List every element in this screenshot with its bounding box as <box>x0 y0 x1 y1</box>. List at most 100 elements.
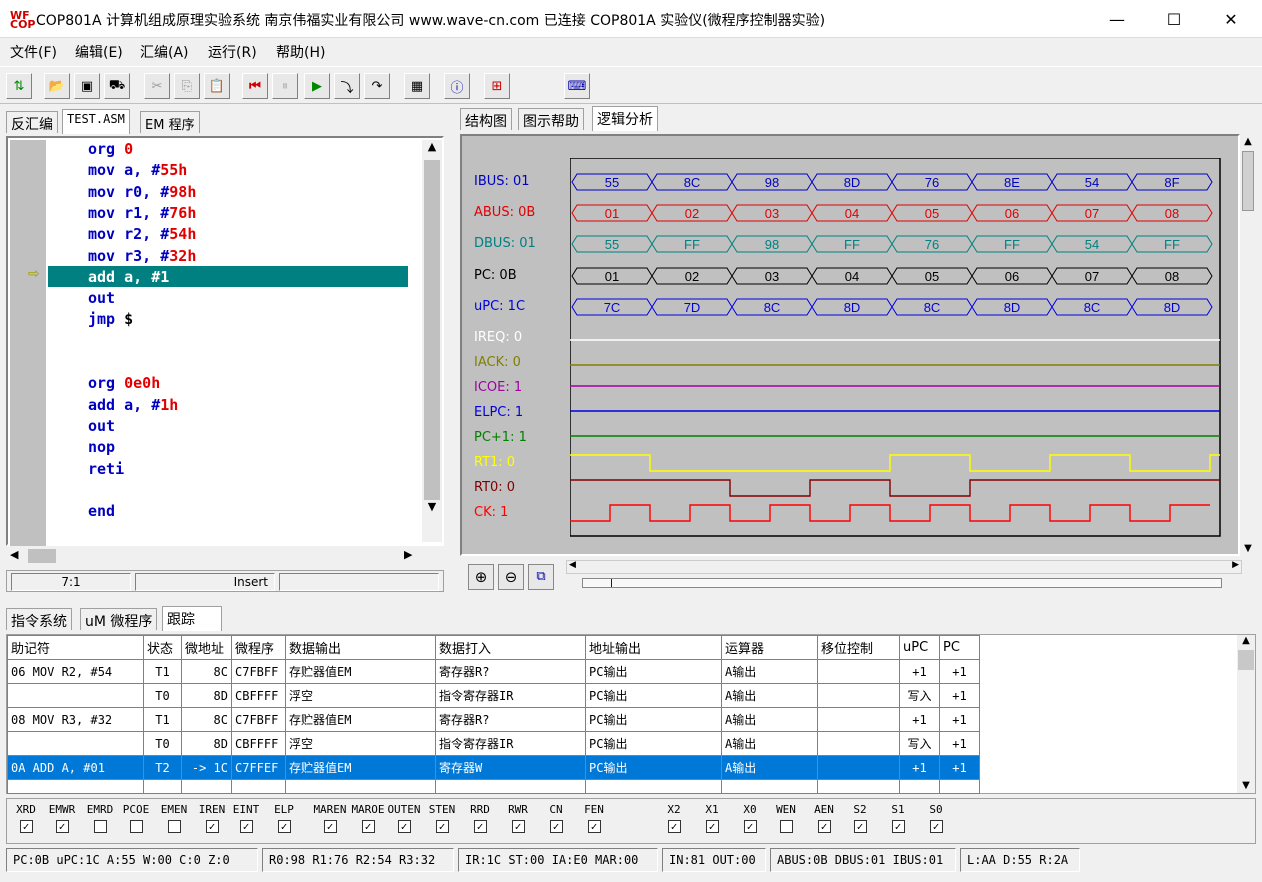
zoom-in-icon[interactable]: ⊕ <box>468 564 494 590</box>
code-line[interactable]: mov a, #55h <box>88 161 187 182</box>
table-row[interactable]: 0A ADD A, #01 T2 -> 1C C7FFEF 存贮器值EM 寄存器W PC输出… <box>7 755 980 780</box>
tab-trace[interactable]: 跟踪 <box>162 606 222 631</box>
scope-scroll-left-icon[interactable]: ◀ <box>569 560 576 570</box>
copy-icon[interactable]: ⎘ <box>174 73 200 99</box>
code-line[interactable]: jmp $ <box>88 310 133 331</box>
tab-structure[interactable]: 结构图 <box>460 108 512 130</box>
trace-vscroll-thumb[interactable] <box>1238 650 1254 670</box>
control-signal-checkbox[interactable]: ✓ <box>853 820 867 833</box>
zoom-fit-icon[interactable]: ⧉ <box>528 564 554 590</box>
control-signal-checkbox[interactable]: ✓ <box>361 820 375 833</box>
menu-assemble[interactable]: 汇编(A) <box>140 42 189 62</box>
code-line[interactable]: org 0 <box>88 140 133 161</box>
trace-header[interactable]: 微地址 <box>181 635 232 660</box>
code-line[interactable]: out <box>88 289 115 310</box>
code-line[interactable]: mov r1, #76h <box>88 204 196 225</box>
trace-header[interactable]: 状态 <box>143 635 182 660</box>
tab-em-program[interactable]: EM 程序 <box>140 111 200 133</box>
time-position-bar[interactable] <box>582 578 1222 588</box>
code-line[interactable]: mov r3, #32h <box>88 247 196 268</box>
tab-disassembly[interactable]: 反汇编 <box>6 111 58 133</box>
table-row[interactable]: 06 MOV R2, #54 T1 8C C7FBFF 存贮器值EM 寄存器R? PC输出 A… <box>7 659 980 684</box>
code-line[interactable]: end <box>88 502 115 523</box>
scope-scroll-up-icon[interactable]: ▲ <box>1240 136 1256 147</box>
control-signal-checkbox[interactable]: ✓ <box>473 820 487 833</box>
code-line[interactable]: reti <box>88 460 124 481</box>
control-signal-checkbox[interactable] <box>779 820 793 833</box>
code-line[interactable]: add a, #1 <box>88 268 169 289</box>
calculator-icon[interactable]: ⌨ <box>564 73 590 99</box>
tab-instruction-set[interactable]: 指令系统 <box>6 608 72 630</box>
open-folder-icon[interactable]: 📂 <box>44 73 70 99</box>
minimize-button[interactable]: — <box>1088 0 1146 38</box>
trace-header[interactable]: 移位控制 <box>817 635 900 660</box>
table-row[interactable]: T0 8D CBFFFF 浮空 指令寄存器IR PC输出 A输出 写入 +1 <box>7 731 980 756</box>
menu-file[interactable]: 文件(F) <box>10 42 57 62</box>
tab-diagram-help[interactable]: 图示帮助 <box>518 108 584 130</box>
control-signal-checkbox[interactable]: ✓ <box>277 820 291 833</box>
control-signal-checkbox[interactable]: ✓ <box>929 820 943 833</box>
control-signal-checkbox[interactable]: ✓ <box>549 820 563 833</box>
tab-microprogram[interactable]: uM 微程序 <box>80 608 158 630</box>
trace-header[interactable]: 运算器 <box>721 635 818 660</box>
scope-scroll-right-icon[interactable]: ▶ <box>1232 560 1239 570</box>
pause-icon[interactable]: ⏸ <box>272 73 298 99</box>
menu-edit[interactable]: 编辑(E) <box>75 42 123 62</box>
scroll-thumb[interactable] <box>424 160 440 500</box>
scope-vscrollbar[interactable]: ▲ ▼ <box>1240 136 1256 554</box>
code-line[interactable]: nop <box>88 438 115 459</box>
control-signal-checkbox[interactable]: ✓ <box>19 820 33 833</box>
control-signal-checkbox[interactable]: ✓ <box>511 820 525 833</box>
display-icon[interactable]: ▦ <box>404 73 430 99</box>
menu-run[interactable]: 运行(R) <box>208 42 257 62</box>
trace-header[interactable]: uPC <box>899 635 940 660</box>
scroll-right-icon[interactable]: ▶ <box>404 548 412 561</box>
run-icon[interactable]: ▶ <box>304 73 330 99</box>
trace-header[interactable]: PC <box>939 635 980 660</box>
control-signal-checkbox[interactable]: ✓ <box>205 820 219 833</box>
control-signal-checkbox[interactable]: ✓ <box>323 820 337 833</box>
trace-header[interactable]: 地址输出 <box>585 635 722 660</box>
table-row[interactable]: 08 MOV R3, #32 T1 8C C7FBFF 存贮器值EM 寄存器R? PC输出 A… <box>7 707 980 732</box>
tab-test-asm[interactable]: TEST.ASM <box>62 109 130 134</box>
table-row[interactable]: T0 8D CBFFFF 浮空 指令寄存器IR PC输出 A输出 写入 +1 <box>7 683 980 708</box>
cut-icon[interactable]: ✂ <box>144 73 170 99</box>
step-over-icon[interactable]: ↷ <box>364 73 390 99</box>
trace-header[interactable]: 数据打入 <box>435 635 586 660</box>
control-signal-checkbox[interactable] <box>129 820 143 833</box>
code-line[interactable]: add a, #1h <box>88 396 178 417</box>
code-editor[interactable]: ⇨ org 0 mov a, #55h mov r0, #98h mov r1, #7… <box>6 136 444 546</box>
info-icon[interactable]: ⓘ <box>444 73 470 99</box>
zoom-out-icon[interactable]: ⊖ <box>498 564 524 590</box>
close-button[interactable]: ✕ <box>1202 0 1260 38</box>
scroll-left-icon[interactable]: ◀ <box>10 548 18 561</box>
paste-icon[interactable]: 📋 <box>204 73 230 99</box>
trace-scroll-down-icon[interactable]: ▼ <box>1237 780 1255 791</box>
step-into-icon[interactable]: ⤵ <box>334 73 360 99</box>
trace-vscrollbar[interactable]: ▲ ▼ <box>1237 635 1255 793</box>
control-signal-checkbox[interactable]: ✓ <box>397 820 411 833</box>
control-signal-checkbox[interactable]: ✓ <box>705 820 719 833</box>
scroll-down-icon[interactable]: ▼ <box>422 500 442 520</box>
control-signal-checkbox[interactable]: ✓ <box>743 820 757 833</box>
code-line[interactable]: mov r2, #54h <box>88 225 196 246</box>
control-signal-checkbox[interactable]: ✓ <box>891 820 905 833</box>
scroll-up-icon[interactable]: ▲ <box>422 140 442 160</box>
code-line[interactable]: out <box>88 417 115 438</box>
refresh-icon[interactable]: ⇅ <box>6 73 32 99</box>
reset-icon[interactable]: ⏮ <box>242 73 268 99</box>
editor-vscrollbar[interactable]: ▲ ▼ <box>422 140 442 542</box>
control-signal-checkbox[interactable]: ✓ <box>817 820 831 833</box>
control-signal-checkbox[interactable]: ✓ <box>435 820 449 833</box>
scope-vscroll-thumb[interactable] <box>1242 151 1254 211</box>
trace-header[interactable]: 微程序 <box>231 635 286 660</box>
structure-icon[interactable]: ⊞ <box>484 73 510 99</box>
scope-scroll-down-icon[interactable]: ▼ <box>1240 543 1256 554</box>
control-signal-checkbox[interactable] <box>167 820 181 833</box>
editor-hscrollbar[interactable]: ◀ ▶ <box>6 546 444 566</box>
trace-header[interactable]: 助记符 <box>7 635 144 660</box>
trace-header[interactable]: 数据输出 <box>285 635 436 660</box>
control-signal-checkbox[interactable] <box>93 820 107 833</box>
scope-hscrollbar[interactable]: ◀ ▶ <box>566 560 1242 574</box>
code-line[interactable]: mov r0, #98h <box>88 183 196 204</box>
